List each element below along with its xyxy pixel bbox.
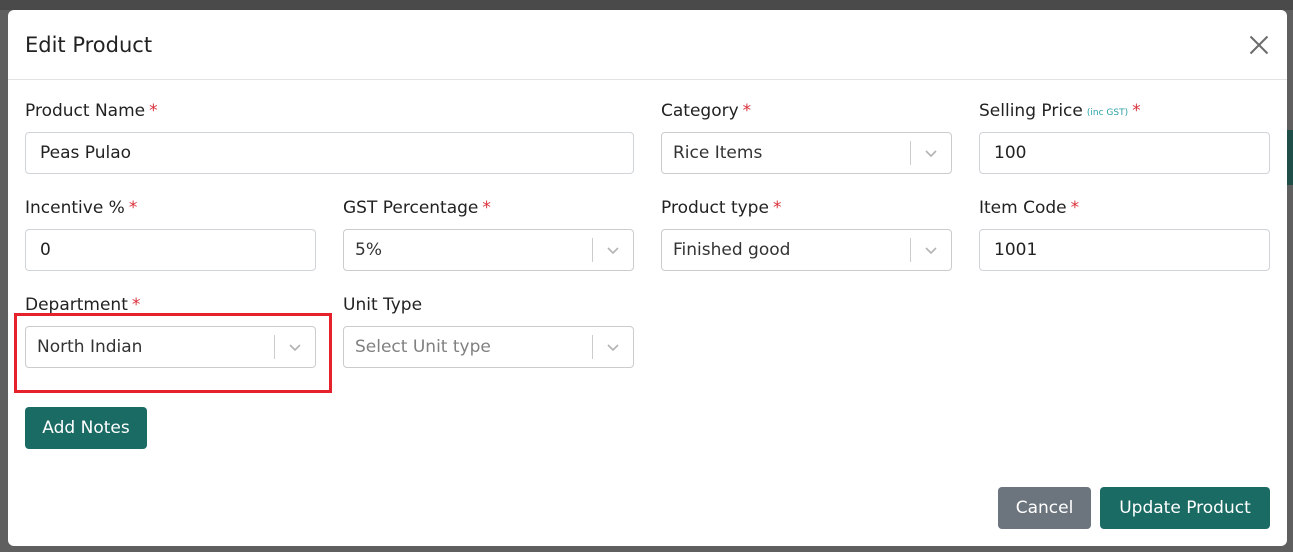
gst-select[interactable]: 5% [343, 229, 634, 271]
chevron-down-icon[interactable] [911, 230, 951, 270]
product-type-select[interactable]: Finished good [661, 229, 952, 271]
chevron-down-icon[interactable] [593, 327, 633, 367]
product-name-field: Product Name * Peas Pulao [25, 100, 634, 174]
product-type-label: Product type * [661, 198, 782, 218]
modal-title: Edit Product [25, 32, 153, 57]
selling-price-field: Selling Price (inc GST) * 100 [979, 100, 1270, 174]
product-name-input[interactable]: Peas Pulao [25, 132, 634, 174]
product-type-value: Finished good [673, 240, 791, 260]
selling-price-label: Selling Price (inc GST) * [979, 101, 1141, 121]
gst-label: GST Percentage * [343, 198, 491, 218]
cancel-button[interactable]: Cancel [998, 487, 1091, 529]
add-notes-button[interactable]: Add Notes [25, 407, 147, 449]
unit-type-field: Unit Type Select Unit type [343, 294, 634, 368]
incentive-label: Incentive % * [25, 198, 138, 218]
department-highlight [14, 313, 332, 393]
product-type-field: Product type * Finished good [661, 197, 952, 271]
backdrop [0, 0, 1293, 10]
unit-type-select[interactable]: Select Unit type [343, 326, 634, 368]
close-icon[interactable] [1247, 33, 1271, 57]
item-code-field: Item Code * 1001 [979, 197, 1270, 271]
chevron-down-icon[interactable] [593, 230, 633, 270]
category-label: Category * [661, 101, 752, 121]
unit-type-label: Unit Type [343, 295, 423, 315]
chevron-down-icon[interactable] [911, 133, 951, 173]
update-product-button[interactable]: Update Product [1100, 487, 1270, 529]
gst-field: GST Percentage * 5% [343, 197, 634, 271]
category-value: Rice Items [673, 143, 763, 163]
item-code-label: Item Code * [979, 198, 1080, 218]
edit-product-modal: Edit Product Product Name * Peas Pulao Ca… [8, 10, 1287, 546]
unit-type-placeholder: Select Unit type [355, 337, 491, 357]
product-name-label: Product Name * [25, 101, 158, 121]
category-field: Category * Rice Items [661, 100, 952, 174]
category-select[interactable]: Rice Items [661, 132, 952, 174]
modal-header: Edit Product [8, 10, 1287, 80]
incentive-input[interactable]: 0 [25, 229, 316, 271]
item-code-input[interactable]: 1001 [979, 229, 1270, 271]
incentive-field: Incentive % * 0 [25, 197, 316, 271]
gst-value: 5% [355, 240, 382, 260]
selling-price-input[interactable]: 100 [979, 132, 1270, 174]
